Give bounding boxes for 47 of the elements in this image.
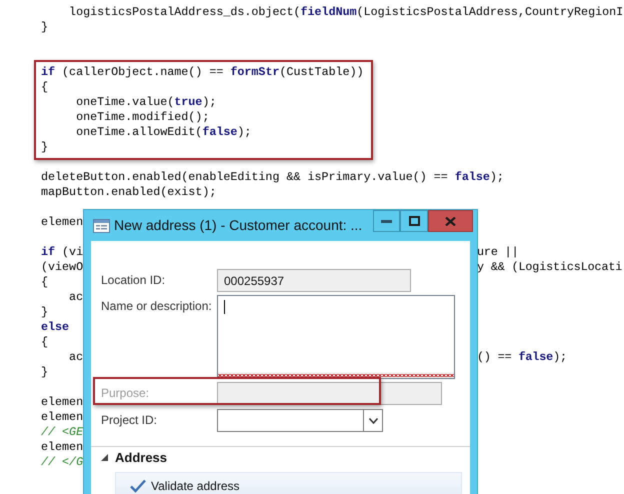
window-icon	[93, 219, 110, 233]
triangle-down-icon[interactable]	[101, 454, 108, 461]
dropdown-field[interactable]	[217, 409, 383, 432]
text-field[interactable]: 000255937	[217, 269, 411, 292]
code-line: else	[41, 320, 70, 335]
maximize-button[interactable]	[400, 210, 428, 232]
code-line: oneTime.modified();	[75, 110, 210, 125]
code-line: oneTime.value(true);	[75, 95, 216, 110]
code-line: (viewO	[41, 260, 84, 275]
text-area[interactable]	[217, 295, 455, 379]
code-line: }	[41, 365, 48, 380]
field-label: Project ID:	[101, 412, 158, 427]
code-line: elemen	[41, 410, 84, 425]
code-line: () == false);	[477, 350, 567, 365]
code-line: }	[41, 20, 48, 35]
code-line: {	[41, 80, 48, 95]
window-title: New address (1) - Customer account: ...	[114, 216, 364, 233]
code-line: ure ||	[477, 245, 518, 260]
field-label: Location ID:	[101, 272, 166, 287]
code-line: y && (LogisticsLocati	[477, 260, 622, 275]
minimize-icon	[381, 220, 392, 222]
close-button[interactable]	[428, 210, 473, 232]
code-line: elemen	[41, 440, 84, 455]
checkmark-icon	[130, 479, 146, 493]
close-icon	[445, 216, 456, 226]
code-line: ac	[68, 350, 84, 365]
code-line: {	[41, 275, 48, 290]
field-label: Name or description:	[101, 298, 213, 313]
code-line: elemen	[41, 215, 84, 230]
section-title: Address	[115, 450, 168, 465]
minimize-button[interactable]	[373, 210, 400, 232]
code-line: ac	[68, 290, 84, 305]
validate-button[interactable]: Validate address	[115, 472, 462, 494]
code-line: // </G	[41, 455, 84, 470]
field-label: Purpose:	[101, 385, 150, 400]
code-line: }	[41, 305, 48, 320]
code-line: deleteButton.enabled(enableEditing && isPrimary.value() == false);	[41, 170, 504, 185]
code-line: }	[41, 140, 48, 155]
code-line: elemen	[41, 395, 84, 410]
maximize-icon	[408, 216, 420, 226]
code-line: {	[41, 335, 48, 350]
code-line: // <GE	[41, 425, 84, 440]
code-line: logisticsPostalAddress_ds.object(fieldNum(LogisticsPostalAddress,CountryRegionI	[68, 5, 624, 20]
code-line: if (vi	[41, 245, 84, 260]
code-line: if (callerObject.name() == formStr(CustTable))	[41, 65, 364, 80]
code-line: oneTime.allowEdit(false);	[75, 125, 252, 140]
code-line: mapButton.enabled(exist);	[41, 185, 216, 200]
